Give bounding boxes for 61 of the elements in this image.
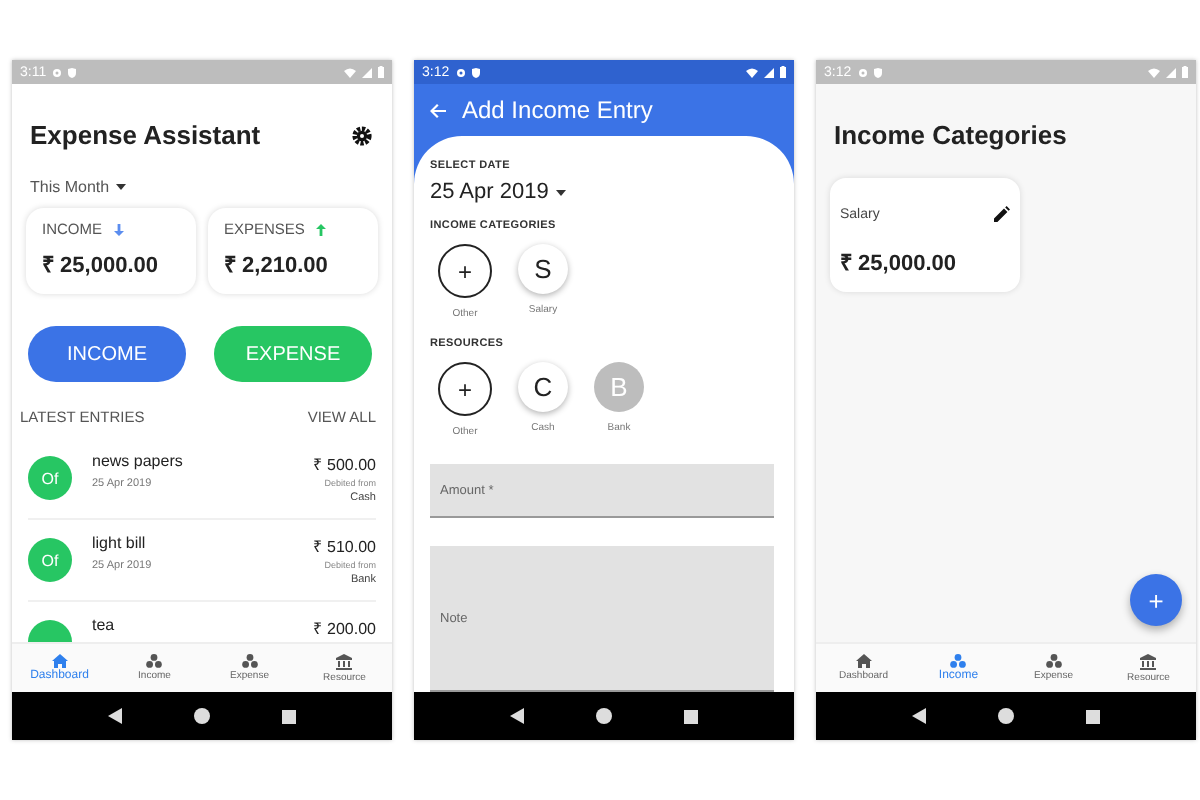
shield-icon: [68, 67, 77, 77]
wifi-icon: [1148, 67, 1160, 77]
back-icon[interactable]: [108, 708, 122, 724]
circles-icon: [950, 654, 967, 668]
signal-icon: [362, 67, 372, 77]
back-icon[interactable]: [510, 708, 524, 724]
recents-icon[interactable]: [282, 709, 296, 723]
period-dropdown[interactable]: This Month: [30, 178, 110, 196]
entry-title: news papers: [92, 452, 185, 470]
back-icon[interactable]: [912, 708, 926, 724]
summary-amount: ₹ 2,210.00: [224, 252, 330, 278]
entry-title: tea: [92, 616, 117, 634]
bank-icon: [336, 653, 353, 669]
gear-icon: [857, 67, 868, 77]
battery-icon: [1182, 66, 1188, 78]
circles-icon: [241, 654, 258, 668]
wifi-icon: [746, 67, 758, 77]
add-button[interactable]: +: [1130, 574, 1182, 626]
screen-title: Income Categories: [834, 120, 1067, 150]
option-chip[interactable]: C: [518, 362, 568, 412]
battery-icon: [780, 66, 786, 78]
add-option[interactable]: +: [438, 244, 492, 298]
home-circle-icon[interactable]: [998, 708, 1014, 724]
recents-icon[interactable]: [1086, 709, 1100, 723]
home-icon: [51, 654, 68, 668]
option-chip[interactable]: S: [518, 244, 568, 294]
back-arrow-icon[interactable]: [430, 103, 446, 117]
app-title: Expense Assistant: [30, 120, 261, 150]
add-option[interactable]: +: [438, 362, 492, 416]
entry-amount: ₹ 510.00: [312, 536, 376, 556]
signal-icon: [764, 67, 774, 77]
income-button[interactable]: INCOME: [28, 326, 186, 382]
screen-title: Add Income Entry: [462, 96, 653, 124]
caret-icon: [556, 189, 567, 195]
pencil-icon[interactable]: [994, 206, 1010, 222]
category-amount: ₹ 25,000.00: [840, 250, 958, 276]
shield-icon: [873, 67, 882, 77]
entry-amount: ₹ 200.00: [312, 618, 376, 638]
recents-icon[interactable]: [684, 709, 698, 723]
up-arrow-icon: [316, 223, 327, 235]
home-circle-icon[interactable]: [596, 708, 612, 724]
entry-amount: ₹ 500.00: [312, 454, 376, 474]
battery-icon: [378, 66, 384, 78]
wifi-icon: [344, 67, 356, 77]
entry-title: light bill: [92, 534, 148, 552]
entry-avatar: Of: [28, 538, 72, 582]
gear-icon: [455, 67, 466, 77]
down-arrow-icon: [114, 223, 124, 235]
summary-amount: ₹ 25,000.00: [42, 252, 160, 278]
gear-icon: [52, 67, 63, 77]
bank-icon: [1140, 653, 1157, 669]
signal-icon: [1166, 67, 1176, 77]
shield-icon: [471, 67, 480, 77]
circles-icon: [146, 654, 163, 668]
home-icon: [855, 654, 872, 668]
settings-icon[interactable]: [352, 125, 372, 145]
date-picker[interactable]: 25 Apr 2019: [430, 180, 549, 204]
circles-icon: [1045, 654, 1062, 668]
entry-avatar: Of: [28, 456, 72, 500]
caret-icon: [115, 184, 126, 190]
home-circle-icon[interactable]: [194, 708, 210, 724]
